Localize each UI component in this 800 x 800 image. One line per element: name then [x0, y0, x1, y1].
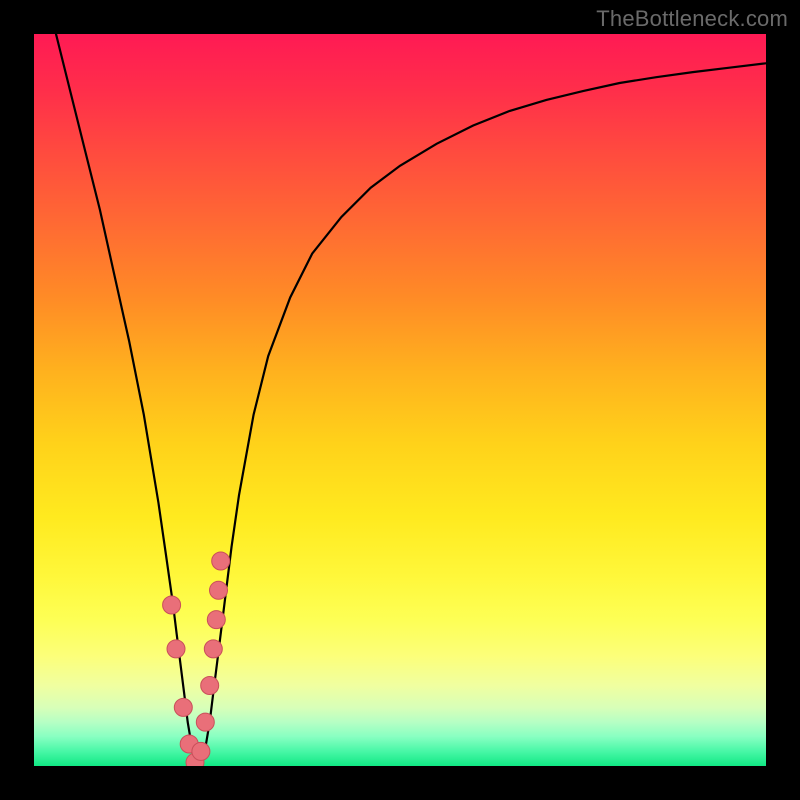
- marker-point: [174, 698, 192, 716]
- marker-point: [204, 640, 222, 658]
- marker-point: [167, 640, 185, 658]
- marker-point: [212, 552, 230, 570]
- marker-point: [201, 677, 219, 695]
- chart-svg: [34, 34, 766, 766]
- marker-point: [210, 581, 228, 599]
- marker-point: [163, 596, 181, 614]
- chart-frame: TheBottleneck.com: [0, 0, 800, 800]
- watermark-text: TheBottleneck.com: [596, 6, 788, 32]
- marker-point: [196, 713, 214, 731]
- marker-point: [207, 611, 225, 629]
- bottleneck-curve: [56, 34, 766, 766]
- marker-point: [192, 742, 210, 760]
- marker-group: [163, 552, 230, 766]
- plot-area: [34, 34, 766, 766]
